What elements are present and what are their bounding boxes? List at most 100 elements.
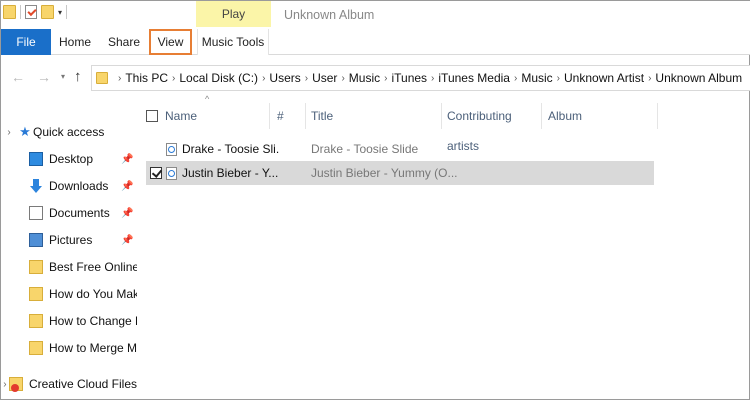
- breadcrumb-users[interactable]: Users: [269, 71, 300, 85]
- audio-file-icon: [166, 166, 177, 180]
- file-list: ^ Name # Title Contributing artists Albu…: [141, 94, 750, 401]
- sidebar-item-quick-access[interactable]: › ★ Quick access: [1, 121, 137, 143]
- navigation-bar: ← → ▾ ↑ › This PC › Local Disk (C:) › Us…: [1, 63, 750, 93]
- sidebar-item-folder[interactable]: How to Change Rin: [1, 310, 137, 332]
- chevron-right-icon[interactable]: ›: [648, 73, 651, 84]
- column-header-number[interactable]: #: [271, 101, 305, 131]
- sidebar-item-label: Desktop: [49, 152, 94, 166]
- column-header-row: ^ Name # Title Contributing artists Albu…: [141, 94, 661, 153]
- pin-icon[interactable]: 📌: [121, 154, 133, 165]
- sidebar-item-documents[interactable]: Documents 📌: [1, 202, 137, 224]
- pin-icon[interactable]: 📌: [121, 181, 133, 192]
- title-bar: ▾ Play Unknown Album: [1, 1, 750, 29]
- recent-locations-chevron-icon[interactable]: ▾: [61, 72, 65, 81]
- breadcrumb-this-pc[interactable]: This PC: [125, 71, 168, 85]
- customize-toolbar-icon[interactable]: ▾: [58, 8, 62, 17]
- pictures-icon: [29, 233, 43, 247]
- tab-music-tools[interactable]: Music Tools: [197, 29, 269, 55]
- file-title: Justin Bieber - Yummy (O...: [311, 166, 458, 180]
- folder-icon: [29, 341, 43, 355]
- folder-icon: [29, 260, 43, 274]
- navigation-pane: › ★ Quick access Desktop 📌 Downloads 📌 D…: [1, 119, 137, 401]
- back-arrow-icon[interactable]: ←: [11, 69, 25, 85]
- breadcrumb-unknown-album[interactable]: Unknown Album: [655, 71, 742, 85]
- tab-home[interactable]: Home: [53, 29, 97, 55]
- pin-icon[interactable]: 📌: [121, 235, 133, 246]
- chevron-right-icon[interactable]: ›: [172, 73, 175, 84]
- file-name: Drake - Toosie Sli...: [182, 142, 280, 156]
- new-folder-icon[interactable]: [41, 5, 54, 19]
- column-header-name[interactable]: Name: [159, 101, 269, 131]
- row-checkbox[interactable]: [150, 167, 162, 179]
- tab-file[interactable]: File: [1, 29, 51, 55]
- sidebar-item-downloads[interactable]: Downloads 📌: [1, 175, 137, 197]
- chevron-right-icon[interactable]: ›: [557, 73, 560, 84]
- column-header-album[interactable]: Album: [542, 101, 657, 131]
- chevron-right-icon[interactable]: ›: [431, 73, 434, 84]
- breadcrumb-music-2[interactable]: Music: [521, 71, 552, 85]
- documents-icon: [29, 206, 43, 220]
- sidebar-item-label: Quick access: [33, 125, 105, 139]
- breadcrumb-itunes[interactable]: iTunes: [391, 71, 427, 85]
- folder-icon: [29, 287, 43, 301]
- forward-arrow-icon[interactable]: →: [37, 69, 51, 85]
- expand-chevron-icon[interactable]: ›: [1, 127, 17, 138]
- up-arrow-icon[interactable]: ↑: [74, 68, 82, 85]
- table-row[interactable]: Drake - Toosie Sli... Drake - Toosie Sli…: [146, 137, 654, 161]
- chevron-right-icon[interactable]: ›: [305, 73, 308, 84]
- folder-icon[interactable]: [3, 5, 16, 19]
- sidebar-item-desktop[interactable]: Desktop 📌: [1, 148, 137, 170]
- chevron-right-icon[interactable]: ›: [341, 73, 344, 84]
- column-header-contributing-artists[interactable]: Contributing artists: [441, 101, 541, 153]
- chevron-right-icon[interactable]: ›: [118, 73, 121, 84]
- expand-chevron-icon[interactable]: ›: [1, 379, 9, 390]
- desktop-icon: [29, 152, 43, 166]
- chevron-right-icon[interactable]: ›: [514, 73, 517, 84]
- window-title: Unknown Album: [284, 8, 375, 22]
- ribbon-tabs: File Home Share View Music Tools: [1, 29, 750, 55]
- sidebar-item-folder[interactable]: How do You Make a: [1, 283, 137, 305]
- column-divider[interactable]: [269, 103, 270, 129]
- sidebar-item-label: Documents: [49, 206, 110, 220]
- quick-access-toolbar: ▾: [3, 5, 68, 19]
- star-icon: ★: [19, 124, 31, 139]
- folder-icon: [29, 314, 43, 328]
- breadcrumb-itunes-media[interactable]: iTunes Media: [438, 71, 510, 85]
- chevron-right-icon[interactable]: ›: [262, 73, 265, 84]
- properties-icon[interactable]: [25, 5, 37, 19]
- sidebar-item-label: How to Change Rin: [49, 314, 137, 328]
- file-name: Justin Bieber - Y...: [182, 166, 279, 180]
- breadcrumb-user[interactable]: User: [312, 71, 337, 85]
- sidebar-item-label: Best Free Online MP: [49, 260, 137, 274]
- audio-file-icon: [166, 142, 177, 156]
- breadcrumb-unknown-artist[interactable]: Unknown Artist: [564, 71, 644, 85]
- breadcrumb-music[interactable]: Music: [349, 71, 380, 85]
- select-all-checkbox[interactable]: [146, 110, 158, 122]
- toolbar-divider: [20, 5, 21, 19]
- column-header-title[interactable]: Title: [305, 101, 441, 131]
- chevron-right-icon[interactable]: ›: [384, 73, 387, 84]
- folder-icon: [96, 72, 108, 84]
- sidebar-item-folder[interactable]: Best Free Online MP: [1, 256, 137, 278]
- sidebar-item-label: How do You Make a: [49, 287, 137, 301]
- play-context-header: Play: [196, 1, 271, 27]
- sidebar-item-label: Downloads: [49, 179, 109, 193]
- sidebar-item-label: Creative Cloud Files: [28, 377, 137, 391]
- sidebar-item-label: Pictures: [49, 233, 93, 247]
- sidebar-item-label: How to Merge MP3: [49, 341, 137, 355]
- toolbar-divider: [66, 5, 68, 19]
- breadcrumb-local-disk[interactable]: Local Disk (C:): [179, 71, 258, 85]
- column-divider[interactable]: [657, 103, 658, 129]
- address-bar[interactable]: › This PC › Local Disk (C:) › Users › Us…: [91, 65, 750, 91]
- tab-share[interactable]: Share: [103, 29, 145, 55]
- sidebar-item-pictures[interactable]: Pictures 📌: [1, 229, 137, 251]
- sidebar-item-creative-cloud[interactable]: › Creative Cloud Files: [1, 373, 137, 395]
- table-row-selected[interactable]: Justin Bieber - Y... Justin Bieber - Yum…: [146, 161, 654, 185]
- sidebar-item-folder[interactable]: How to Merge MP3: [1, 337, 137, 359]
- downloads-icon: [29, 179, 43, 193]
- explorer-window: ▾ Play Unknown Album File Home Share Vie…: [0, 0, 750, 400]
- pin-icon[interactable]: 📌: [121, 208, 133, 219]
- creative-cloud-icon: [8, 377, 23, 392]
- tab-view[interactable]: View: [149, 29, 192, 55]
- file-title: Drake - Toosie Slide: [311, 142, 419, 156]
